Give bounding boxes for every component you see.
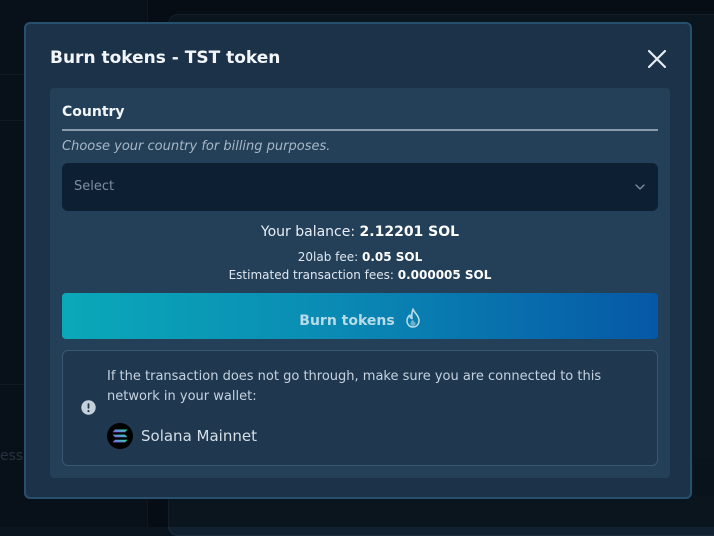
balance-value: 2.12201 SOL (359, 224, 460, 240)
country-select-value: Select (74, 179, 115, 194)
flame-icon (405, 308, 421, 332)
network-badge: Solana Mainnet (107, 423, 257, 449)
transaction-fee-line: Estimated transaction fees: 0.000005 SOL (50, 268, 670, 282)
country-select[interactable]: Select (62, 163, 658, 211)
alert-circle-icon (81, 400, 96, 415)
service-fee-label: 20lab fee: (297, 250, 359, 264)
burn-form-panel: Country Choose your country for billing … (50, 88, 670, 478)
network-info-text: If the transaction does not go through, … (107, 369, 602, 404)
country-label: Country (62, 104, 125, 120)
close-button[interactable] (646, 48, 668, 70)
transaction-fee-value: 0.000005 SOL (397, 268, 492, 282)
chevron-down-icon (635, 184, 645, 190)
network-info-box: If the transaction does not go through, … (62, 350, 658, 466)
country-label-underline (62, 129, 658, 131)
modal-title: Burn tokens - TST token (50, 48, 281, 68)
burn-tokens-modal: Burn tokens - TST token Country Choose y… (24, 22, 692, 499)
network-name: Solana Mainnet (141, 427, 257, 445)
burn-tokens-button[interactable]: Burn tokens (62, 293, 658, 339)
service-fee-value: 0.05 SOL (361, 250, 423, 264)
solana-logo-icon (107, 423, 133, 449)
service-fee-line: 20lab fee: 0.05 SOL (50, 250, 670, 264)
balance-line: Your balance: 2.12201 SOL (50, 224, 670, 240)
balance-label: Your balance: (260, 224, 356, 240)
burn-tokens-label: Burn tokens (299, 313, 395, 329)
transaction-fee-label: Estimated transaction fees: (228, 268, 394, 282)
country-help-text: Choose your country for billing purposes… (62, 139, 331, 154)
close-icon (647, 49, 667, 69)
